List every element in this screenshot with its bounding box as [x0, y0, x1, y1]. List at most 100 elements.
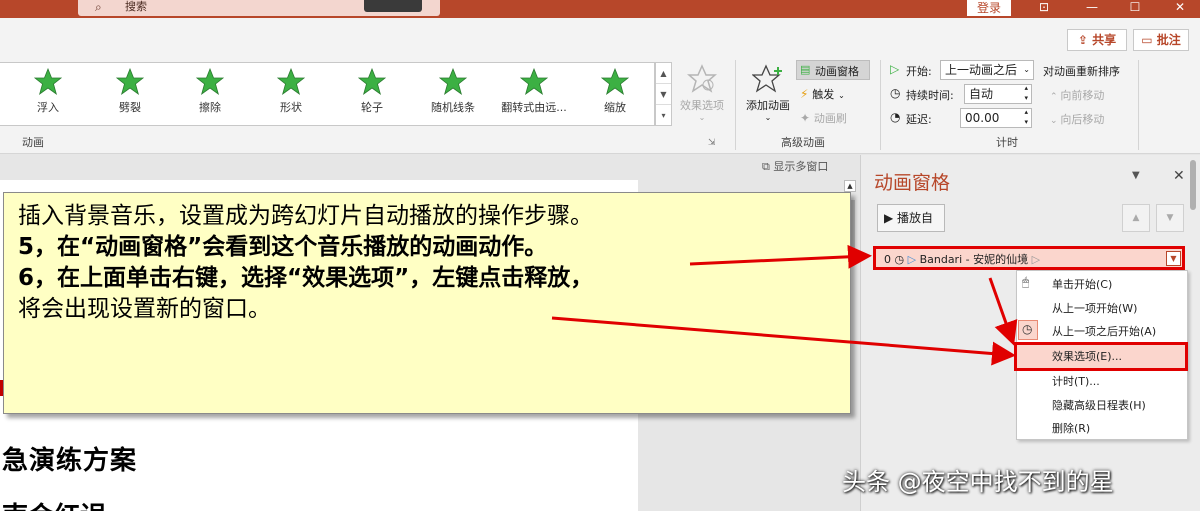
- search-icon: ⌕: [95, 0, 102, 14]
- gallery-item-label: 翻转式由远...: [501, 101, 567, 114]
- gallery-up-icon[interactable]: ▲: [656, 63, 671, 84]
- gallery-item-label: 浮入: [37, 101, 59, 114]
- animation-pane-button[interactable]: ▤ 动画窗格: [796, 60, 870, 80]
- timeline-bar-icon: ▷: [1031, 253, 1041, 266]
- animation-pane-icon: ▤: [800, 63, 811, 76]
- media-play-icon: ▷: [907, 253, 920, 266]
- move-later-button[interactable]: ⌄ 向后移动: [1050, 111, 1104, 127]
- slide-title-text: 急演练方案: [2, 446, 138, 476]
- duration-spin-icon[interactable]: ▴ ▾: [1024, 83, 1028, 103]
- animation-painter-button[interactable]: ✦ 动画刷: [800, 110, 847, 126]
- pane-close-icon[interactable]: ✕: [1173, 168, 1185, 184]
- pane-options-chevron-icon[interactable]: ▼: [1132, 170, 1140, 181]
- callout-line-1: 插入背景音乐，设置成为跨幻灯片自动播放的操作步骤。: [18, 203, 593, 229]
- animation-star-icon: [439, 68, 467, 95]
- menu-item-on-click[interactable]: 单击开始(C): [1052, 276, 1112, 292]
- trigger-label: 触发: [812, 88, 835, 101]
- move-later-label: 向后移动: [1060, 113, 1105, 126]
- animation-star-icon: [34, 68, 62, 95]
- gallery-item[interactable]: 随机线条: [413, 64, 493, 120]
- pane-title: 动画窗格: [874, 172, 951, 194]
- start-select[interactable]: 上一动画之后 ⌄: [940, 60, 1034, 80]
- group-label-animation: 动画: [22, 136, 44, 149]
- gallery-item-label: 形状: [280, 101, 302, 114]
- gallery-scroll[interactable]: ▲ ▼ ▾: [655, 62, 672, 126]
- gallery-item-label: 擦除: [199, 101, 221, 114]
- group-separator: [880, 60, 881, 150]
- group-label-timing: 计时: [996, 136, 1018, 149]
- clock-icon: ◷: [894, 253, 905, 266]
- delay-input[interactable]: 00.00 ▴ ▾: [960, 108, 1032, 128]
- duration-input[interactable]: 自动 ▴ ▾: [964, 84, 1032, 104]
- animation-star-icon: [601, 68, 629, 95]
- gallery-item-label: 劈裂: [119, 101, 141, 114]
- gallery-down-icon[interactable]: ▼: [656, 84, 671, 105]
- gallery-item[interactable]: 擦除: [170, 64, 250, 120]
- group-separator: [1138, 60, 1139, 150]
- menu-item-after-previous[interactable]: 从上一项之后开始(A): [1052, 323, 1156, 339]
- move-up-icon[interactable]: ▲: [1122, 204, 1150, 232]
- gallery-item[interactable]: 形状: [251, 64, 331, 120]
- share-button[interactable]: ⇪ 共享: [1067, 29, 1127, 51]
- dialog-launcher-icon[interactable]: ⇲: [708, 138, 716, 148]
- mouse-click-icon: 🖱: [1022, 275, 1030, 289]
- ribbon-display-icon[interactable]: ⊡: [1024, 0, 1064, 16]
- menu-item-hide-timeline[interactable]: 隐藏高级日程表(H): [1052, 397, 1146, 413]
- delay-icon: ◔: [890, 110, 901, 124]
- callout-line-3: 6，在上面单击右键，选择“效果选项”，左键点击释放，: [18, 265, 594, 291]
- menu-item-timing[interactable]: 计时(T)...: [1052, 373, 1100, 389]
- scroll-up-icon[interactable]: ▲: [844, 180, 856, 192]
- duration-icon: ◷: [890, 86, 901, 100]
- animation-item-name: Bandari - 安妮的仙境: [919, 253, 1029, 266]
- maximize-icon[interactable]: ☐: [1115, 0, 1155, 16]
- comment-button[interactable]: ▭ 批注: [1133, 29, 1189, 51]
- duration-value: 自动: [969, 87, 994, 101]
- menu-item-with-previous[interactable]: 从上一项开始(W): [1052, 300, 1137, 316]
- gallery-item[interactable]: 轮子: [332, 64, 412, 120]
- pane-scrollbar[interactable]: [1188, 160, 1198, 511]
- multi-window-icon: ⧉: [762, 160, 774, 173]
- gallery-item[interactable]: 劈裂: [90, 64, 170, 120]
- callout-line-2: 5，在“动画窗格”会看到这个音乐播放的动画动作。: [18, 234, 548, 260]
- add-animation-label: 添加动画: [746, 99, 790, 112]
- search-placeholder: 搜索: [125, 0, 147, 13]
- share-label: 共享: [1092, 33, 1117, 47]
- move-down-icon[interactable]: ▼: [1156, 204, 1184, 232]
- minimize-icon[interactable]: —: [1072, 0, 1112, 16]
- add-animation-icon: [751, 64, 782, 93]
- add-animation-button[interactable]: 添加动画 ⌄: [742, 64, 794, 122]
- duration-label: 持续时间:: [906, 89, 954, 102]
- pane-scroll-thumb[interactable]: [1190, 160, 1196, 210]
- effect-options-button[interactable]: 效果选项 ⌄: [676, 64, 728, 122]
- delay-spin-icon[interactable]: ▴ ▾: [1024, 107, 1028, 127]
- trigger-icon: ⚡: [800, 87, 809, 101]
- gallery-item[interactable]: 浮入: [8, 64, 88, 120]
- gallery-item-label: 轮子: [361, 101, 383, 114]
- effect-options-label: 效果选项: [680, 99, 724, 112]
- animation-star-icon: [358, 68, 386, 95]
- watermark: 头条 @夜空中找不到的星: [842, 468, 1114, 496]
- start-chevron-icon: ⌄: [1023, 65, 1030, 74]
- move-later-icon: ⌄: [1050, 116, 1061, 126]
- gallery-item[interactable]: 翻转式由远...: [494, 64, 574, 120]
- trigger-button[interactable]: ⚡ 触发 ⌄: [800, 86, 845, 102]
- menu-item-effect-options[interactable]: 效果选项(E)...: [1052, 348, 1122, 364]
- gallery-item[interactable]: 缩放: [575, 64, 655, 120]
- start-value: 上一动画之后: [945, 63, 1018, 77]
- close-icon[interactable]: ✕: [1160, 0, 1200, 16]
- animation-item-dropdown-icon[interactable]: ▼: [1166, 251, 1181, 266]
- delay-label: 延迟:: [906, 113, 932, 126]
- animation-item-content: 0 ◷ ▷ Bandari - 安妮的仙境 ▷: [884, 251, 1040, 267]
- move-earlier-button[interactable]: ⌃ 向前移动: [1050, 87, 1104, 103]
- animation-pane-label: 动画窗格: [815, 65, 859, 78]
- login-button[interactable]: 登录: [967, 0, 1011, 16]
- reorder-title: 对动画重新排序: [1043, 65, 1120, 78]
- recording-thumbnail: [364, 0, 422, 12]
- multi-window-button[interactable]: ⧉ 显示多窗口: [762, 158, 828, 174]
- add-animation-chevron-icon: ⌄: [764, 113, 772, 122]
- animation-star-icon: [196, 68, 224, 95]
- gallery-more-icon[interactable]: ▾: [656, 105, 671, 126]
- start-icon: ▷: [890, 62, 900, 76]
- play-from-button[interactable]: ▶ 播放自: [877, 204, 945, 232]
- menu-item-remove[interactable]: 删除(R): [1052, 420, 1090, 436]
